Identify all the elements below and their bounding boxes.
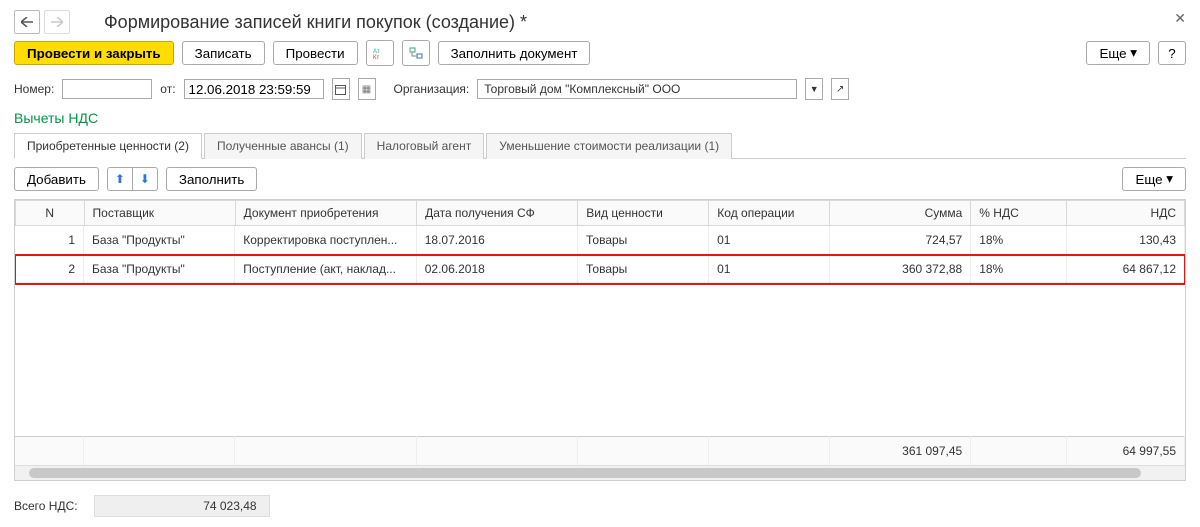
- arrow-down-icon: ⬇: [140, 172, 150, 186]
- number-label: Номер:: [14, 82, 54, 96]
- cell-pct: 18%: [971, 255, 1067, 284]
- tab-acquired-values[interactable]: Приобретенные ценности (2): [14, 133, 202, 159]
- cell-pct: 18%: [971, 226, 1067, 255]
- scrollbar-thumb[interactable]: [29, 468, 1141, 478]
- from-label: от:: [160, 82, 175, 96]
- open-icon: ↗: [836, 84, 844, 95]
- structure-icon-button[interactable]: [402, 40, 430, 66]
- org-select[interactable]: Торговый дом "Комплексный" ООО: [477, 79, 797, 99]
- cell-opcode: 01: [709, 226, 830, 255]
- cell-n: 2: [15, 255, 84, 284]
- chevron-down-icon: ▾: [1130, 45, 1137, 61]
- cell-doc: Корректировка поступлен...: [235, 226, 416, 255]
- add-row-button[interactable]: Добавить: [14, 167, 99, 191]
- move-up-button[interactable]: ⬆: [108, 168, 133, 190]
- totals-row: 361 097,45 64 997,55: [15, 437, 1185, 466]
- chevron-down-icon: ▼: [810, 84, 819, 94]
- total-nds-label: Всего НДС:: [14, 499, 78, 513]
- nav-back-button[interactable]: [14, 10, 40, 34]
- total-nds: 64 997,55: [1066, 437, 1184, 466]
- post-and-close-button[interactable]: Провести и закрыть: [14, 41, 174, 65]
- col-supplier[interactable]: Поставщик: [84, 201, 235, 226]
- tab-tax-agent[interactable]: Налоговый агент: [364, 133, 485, 159]
- col-date[interactable]: Дата получения СФ: [417, 201, 578, 226]
- fill-button[interactable]: Заполнить: [166, 167, 257, 191]
- more-label: Еще: [1099, 46, 1126, 61]
- cell-sum: 724,57: [830, 226, 971, 255]
- calendar-icon-button[interactable]: [332, 78, 350, 100]
- help-button[interactable]: ?: [1158, 41, 1186, 65]
- col-pct[interactable]: % НДС: [971, 201, 1067, 226]
- org-label: Организация:: [394, 82, 470, 96]
- total-sum: 361 097,45: [830, 437, 971, 466]
- post-button[interactable]: Провести: [273, 41, 358, 65]
- move-down-button[interactable]: ⬇: [133, 168, 157, 190]
- save-button[interactable]: Записать: [182, 41, 265, 65]
- page-title: Формирование записей книги покупок (созд…: [104, 12, 527, 33]
- cell-type: Товары: [578, 255, 709, 284]
- col-type[interactable]: Вид ценности: [578, 201, 709, 226]
- org-value: Торговый дом "Комплексный" ООО: [484, 82, 680, 96]
- org-open-button[interactable]: ↗: [831, 78, 849, 100]
- table-row[interactable]: 1 База "Продукты" Корректировка поступле…: [15, 226, 1185, 255]
- svg-text:Кт: Кт: [373, 55, 379, 59]
- cell-supplier: База "Продукты": [84, 226, 235, 255]
- col-sum[interactable]: Сумма: [830, 201, 971, 226]
- date-unknown-button[interactable]: ▦: [358, 78, 376, 100]
- col-nds[interactable]: НДС: [1067, 201, 1185, 226]
- org-dropdown-button[interactable]: ▼: [805, 78, 823, 100]
- more-button-grid[interactable]: Еще ▾: [1122, 167, 1186, 191]
- number-input[interactable]: [62, 79, 152, 99]
- more-grid-label: Еще: [1135, 172, 1162, 187]
- cell-supplier: База "Продукты": [84, 255, 235, 284]
- nav-forward-button[interactable]: [44, 10, 70, 34]
- col-n[interactable]: N: [16, 201, 85, 226]
- tab-cost-reduction[interactable]: Уменьшение стоимости реализации (1): [486, 133, 732, 159]
- table-row[interactable]: 2 База "Продукты" Поступление (акт, накл…: [15, 255, 1185, 284]
- grid: N Поставщик Документ приобретения Дата п…: [14, 199, 1186, 481]
- section-title: Вычеты НДС: [14, 110, 1186, 126]
- col-doc[interactable]: Документ приобретения: [235, 201, 416, 226]
- cell-date: 18.07.2016: [416, 226, 577, 255]
- cell-sum: 360 372,88: [830, 255, 971, 284]
- cell-nds: 130,43: [1066, 226, 1184, 255]
- cell-nds: 64 867,12: [1066, 255, 1184, 284]
- date-input[interactable]: [184, 79, 324, 99]
- close-button[interactable]: ✕: [1174, 10, 1186, 27]
- horizontal-scrollbar[interactable]: [15, 465, 1185, 480]
- tab-received-advances[interactable]: Полученные авансы (1): [204, 133, 362, 159]
- total-nds-value: 74 023,48: [94, 495, 270, 517]
- cell-type: Товары: [578, 226, 709, 255]
- cell-n: 1: [15, 226, 84, 255]
- chevron-down-icon: ▾: [1166, 171, 1173, 187]
- dtkt-icon-button[interactable]: АтКт: [366, 40, 394, 66]
- cell-opcode: 01: [709, 255, 830, 284]
- fill-document-button[interactable]: Заполнить документ: [438, 41, 591, 65]
- arrow-up-icon: ⬆: [115, 172, 125, 186]
- more-button-top[interactable]: Еще ▾: [1086, 41, 1150, 65]
- cell-date: 02.06.2018: [416, 255, 577, 284]
- cell-doc: Поступление (акт, наклад...: [235, 255, 416, 284]
- col-opcode[interactable]: Код операции: [709, 201, 830, 226]
- move-row-group: ⬆ ⬇: [107, 167, 158, 191]
